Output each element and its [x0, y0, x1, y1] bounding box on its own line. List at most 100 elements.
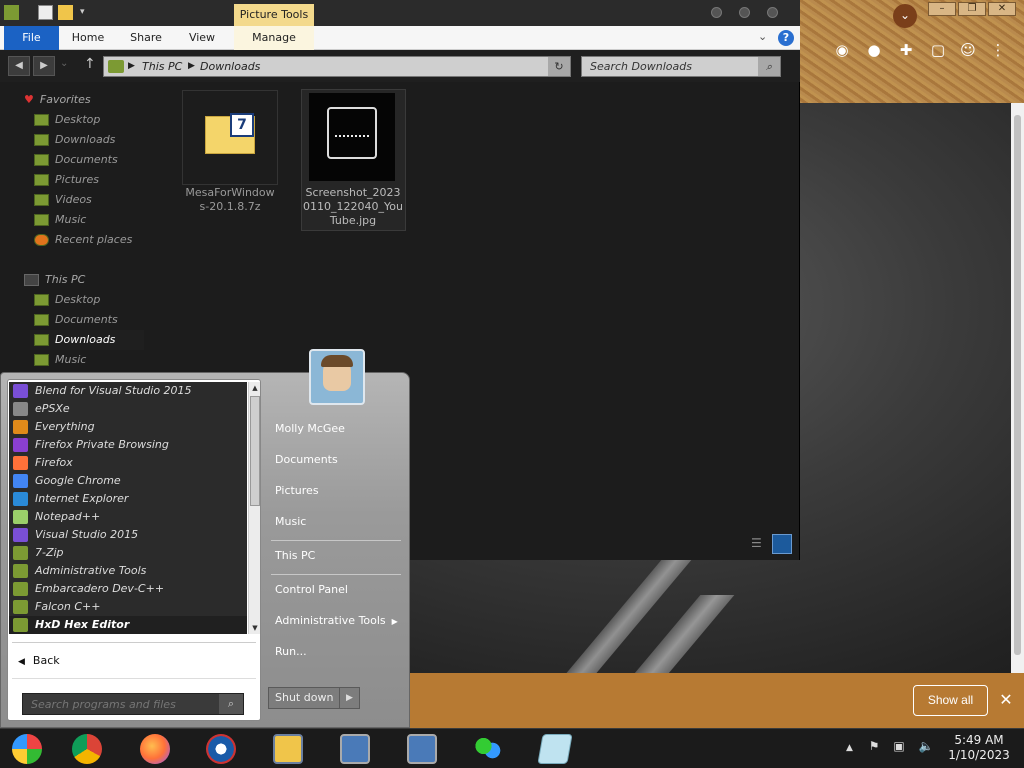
program-item[interactable]: Firefox Private Browsing: [9, 436, 247, 454]
scroll-up-icon[interactable]: ▲: [249, 382, 261, 394]
scroll-thumb[interactable]: [250, 396, 260, 506]
show-all-button[interactable]: Show all: [913, 685, 988, 716]
up-arrow-icon[interactable]: ↑: [84, 56, 96, 72]
program-item[interactable]: Internet Explorer: [9, 490, 247, 508]
program-list-scrollbar[interactable]: ▲ ▼: [248, 382, 260, 634]
maximize-button[interactable]: [739, 7, 750, 18]
flag-extension-icon[interactable]: ◉: [832, 40, 852, 60]
download-bar-close-icon[interactable]: ✕: [996, 690, 1016, 710]
program-item[interactable]: ePSXe: [9, 400, 247, 418]
forward-arrow-icon[interactable]: ▶: [33, 56, 55, 76]
address-bar[interactable]: ▶ This PC ▶ Downloads ↻: [103, 56, 571, 77]
taskbar-obs[interactable]: [194, 731, 248, 767]
chrome-scrollbar[interactable]: [1011, 103, 1024, 673]
chrome-icon: [72, 734, 102, 764]
breadcrumb-downloads[interactable]: Downloads: [200, 57, 260, 76]
large-icons-view-icon[interactable]: [772, 534, 792, 554]
nav-item-downloads[interactable]: Downloads: [34, 130, 115, 150]
user-avatar[interactable]: [309, 349, 365, 405]
start-item-administrative-tools[interactable]: Administrative Tools ▶: [271, 610, 398, 632]
program-item[interactable]: Falcon C++: [9, 598, 247, 616]
show-hidden-icons-icon[interactable]: ▲: [846, 743, 853, 753]
program-item[interactable]: Google Chrome: [9, 472, 247, 490]
tab-home[interactable]: Home: [66, 26, 110, 50]
chrome-minimize-button[interactable]: –: [928, 2, 956, 16]
scroll-down-icon[interactable]: ▼: [249, 622, 261, 634]
nav-item-pc-desktop[interactable]: Desktop: [34, 290, 100, 310]
program-item[interactable]: Embarcadero Dev-C++: [9, 580, 247, 598]
taskbar-chrome[interactable]: [60, 731, 114, 767]
taskbar-firefox[interactable]: [128, 731, 182, 767]
tab-manage[interactable]: Manage: [234, 26, 314, 50]
volume-icon[interactable]: 🔈: [919, 739, 934, 753]
nav-item-documents[interactable]: Documents: [34, 150, 118, 170]
minimize-button[interactable]: [711, 7, 722, 18]
properties-icon[interactable]: [38, 5, 53, 20]
customize-qat-icon[interactable]: ▾: [80, 5, 95, 20]
program-item[interactable]: Firefox: [9, 454, 247, 472]
start-item-run[interactable]: Run...: [271, 641, 307, 663]
search-programs-field[interactable]: ⌕: [22, 693, 244, 715]
chrome-profile-menu-icon[interactable]: ⌄: [893, 4, 917, 28]
chrome-kebab-menu-icon[interactable]: ⋮: [988, 40, 1008, 60]
tab-view[interactable]: View: [182, 26, 222, 50]
start-item-this-pc[interactable]: This PC: [271, 545, 315, 567]
details-view-icon[interactable]: ☰: [751, 536, 767, 552]
chrome-maximize-button[interactable]: ❐: [958, 2, 986, 16]
shutdown-options-icon[interactable]: ▶: [339, 688, 359, 708]
nav-favorites[interactable]: ♥ Favorites: [24, 90, 91, 110]
search-programs-input[interactable]: [23, 694, 219, 714]
program-icon: [13, 474, 28, 488]
start-button[interactable]: [0, 731, 54, 767]
close-button[interactable]: [767, 7, 778, 18]
start-item-pictures[interactable]: Pictures: [271, 480, 319, 502]
program-item[interactable]: Notepad++: [9, 508, 247, 526]
taskbar-messenger[interactable]: [461, 731, 515, 767]
program-item[interactable]: Visual Studio 2015: [9, 526, 247, 544]
search-downloads-input[interactable]: Search Downloads ⌕: [581, 56, 781, 77]
nav-item-pc-music[interactable]: Music: [34, 350, 86, 370]
start-item-control-panel[interactable]: Control Panel: [271, 579, 348, 601]
ribbon-expand-icon[interactable]: ⌄: [758, 30, 767, 43]
program-item[interactable]: Everything: [9, 418, 247, 436]
start-item-music[interactable]: Music: [271, 511, 306, 533]
nav-item-desktop[interactable]: Desktop: [34, 110, 100, 130]
program-item[interactable]: HxD Hex Editor: [9, 616, 247, 634]
back-button[interactable]: ◀ Back: [18, 654, 60, 667]
back-arrow-icon[interactable]: ◀: [8, 56, 30, 76]
tab-share[interactable]: Share: [124, 26, 168, 50]
taskbar-remote-app-2[interactable]: [395, 731, 449, 767]
breadcrumb-this-pc[interactable]: This PC: [142, 57, 182, 76]
nav-item-music[interactable]: Music: [34, 210, 86, 230]
nav-item-videos[interactable]: Videos: [34, 190, 92, 210]
help-icon[interactable]: ?: [778, 30, 794, 46]
network-icon[interactable]: ▣: [893, 739, 904, 753]
taskbar-file-explorer[interactable]: [261, 731, 315, 767]
program-item[interactable]: Blend for Visual Studio 2015: [9, 382, 247, 400]
nav-item-recent-places[interactable]: Recent places: [34, 230, 132, 250]
tab-file[interactable]: File: [4, 26, 59, 50]
recent-locations-icon[interactable]: ⌄: [60, 58, 68, 69]
action-center-flag-icon[interactable]: ⚑: [869, 739, 880, 753]
start-item-user[interactable]: Molly McGee: [271, 418, 345, 440]
program-item[interactable]: Administrative Tools: [9, 562, 247, 580]
extensions-puzzle-icon[interactable]: ✚: [896, 40, 916, 60]
search-icon[interactable]: ⌕: [219, 694, 243, 714]
program-item[interactable]: 7-Zip: [9, 544, 247, 562]
avatar-extension-icon[interactable]: ●: [864, 40, 884, 60]
chrome-close-button[interactable]: ✕: [988, 2, 1016, 16]
taskbar-clock[interactable]: 5:49 AM 1/10/2023: [944, 733, 1014, 763]
profile-icon[interactable]: ☺: [958, 40, 978, 60]
nav-item-pc-documents[interactable]: Documents: [34, 310, 118, 330]
side-panel-icon[interactable]: ▢: [928, 40, 948, 60]
search-icon[interactable]: ⌕: [758, 57, 780, 76]
shutdown-button[interactable]: Shut down ▶: [268, 687, 360, 709]
start-item-documents[interactable]: Documents: [271, 449, 338, 471]
nav-this-pc[interactable]: This PC: [24, 270, 85, 290]
nav-item-pc-downloads[interactable]: Downloads: [30, 330, 144, 350]
taskbar-remote-app[interactable]: [328, 731, 382, 767]
taskbar-notes[interactable]: [528, 731, 582, 767]
new-folder-icon[interactable]: [58, 5, 73, 20]
nav-item-pictures[interactable]: Pictures: [34, 170, 99, 190]
refresh-icon[interactable]: ↻: [548, 57, 570, 76]
